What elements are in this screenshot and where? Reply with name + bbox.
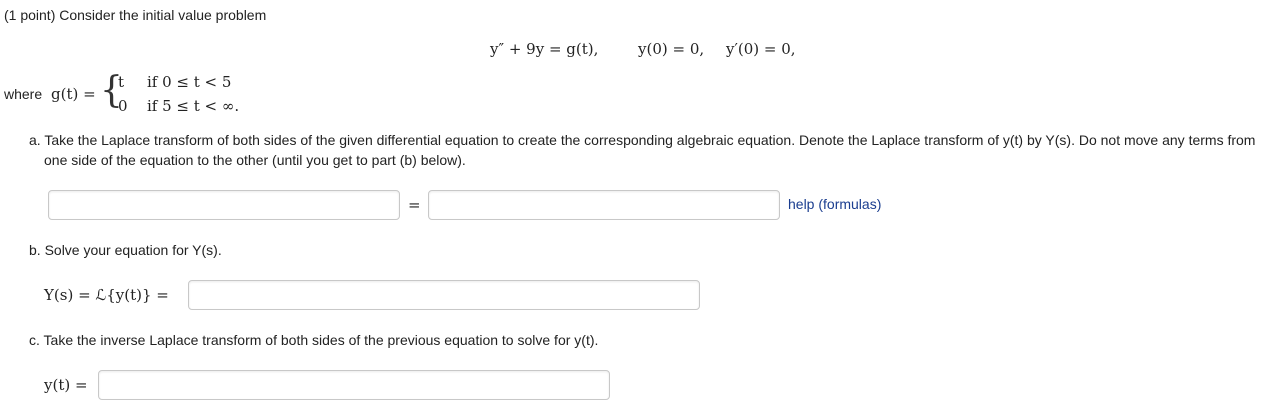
g-definition-label: g(t) = [51, 85, 96, 103]
case2-expression: 0 [118, 97, 128, 115]
case1-expression: t [118, 73, 125, 91]
help-formulas-link[interactable]: help (formulas) [788, 196, 881, 212]
initial-condition-yprime: y′(0) = 0, [726, 40, 796, 58]
Y-s-label: Y(s) = ℒ{y(t)} = [44, 286, 169, 304]
problem-intro: (1 point) Consider the initial value pro… [4, 7, 267, 23]
case2-condition: if 5 ≤ t < ∞. [147, 97, 240, 115]
Y-s-input[interactable] [188, 280, 700, 310]
initial-condition-y: y(0) = 0, [638, 40, 705, 58]
ode-equation: y″ + 9y = g(t), [490, 40, 599, 58]
part-c-text: c. Take the inverse Laplace transform of… [29, 332, 599, 348]
where-label: where [4, 86, 43, 102]
laplace-right-side-input[interactable] [428, 190, 780, 220]
part-a-text-line1: a. Take the Laplace transform of both si… [29, 132, 1256, 148]
laplace-left-side-input[interactable] [48, 190, 400, 220]
case1-condition: if 0 ≤ t < 5 [147, 73, 232, 91]
equals-sign: = [408, 196, 421, 214]
part-a-text-line2: one side of the equation to the other (u… [44, 152, 466, 168]
part-b-text: b. Solve your equation for Y(s). [29, 242, 222, 258]
y-t-input[interactable] [98, 370, 610, 400]
y-t-label: y(t) = [44, 376, 88, 394]
